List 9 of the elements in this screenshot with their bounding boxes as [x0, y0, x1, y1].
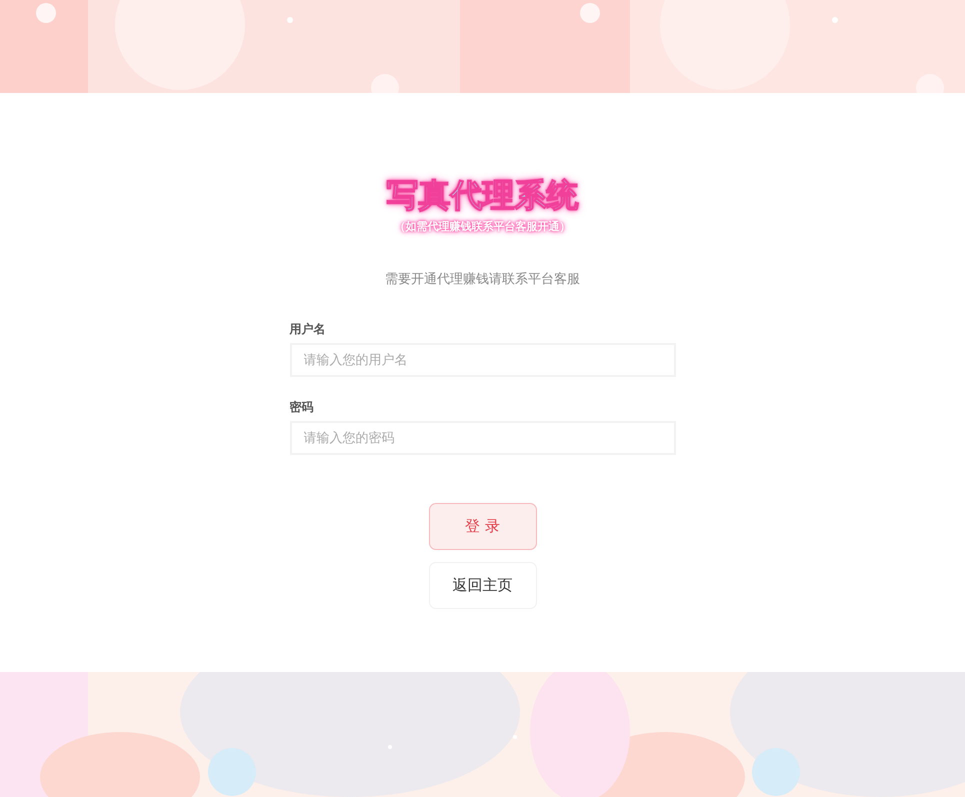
field-label: 用户名	[290, 321, 326, 337]
input-field[interactable]: 请输入您的用户名	[290, 343, 676, 377]
input-field[interactable]: 请输入您的密码	[290, 421, 676, 455]
note-text: 需要开通代理赚钱请联系平台客服	[385, 271, 580, 289]
system-title: 写真代理系统	[386, 175, 578, 215]
field-label: 密码	[290, 399, 314, 415]
login-button[interactable]: 登 录	[428, 503, 536, 550]
subtitle: （如需代理赚钱联系平台客服开通）	[394, 219, 570, 235]
home-button[interactable]: 返回主页	[428, 562, 536, 609]
